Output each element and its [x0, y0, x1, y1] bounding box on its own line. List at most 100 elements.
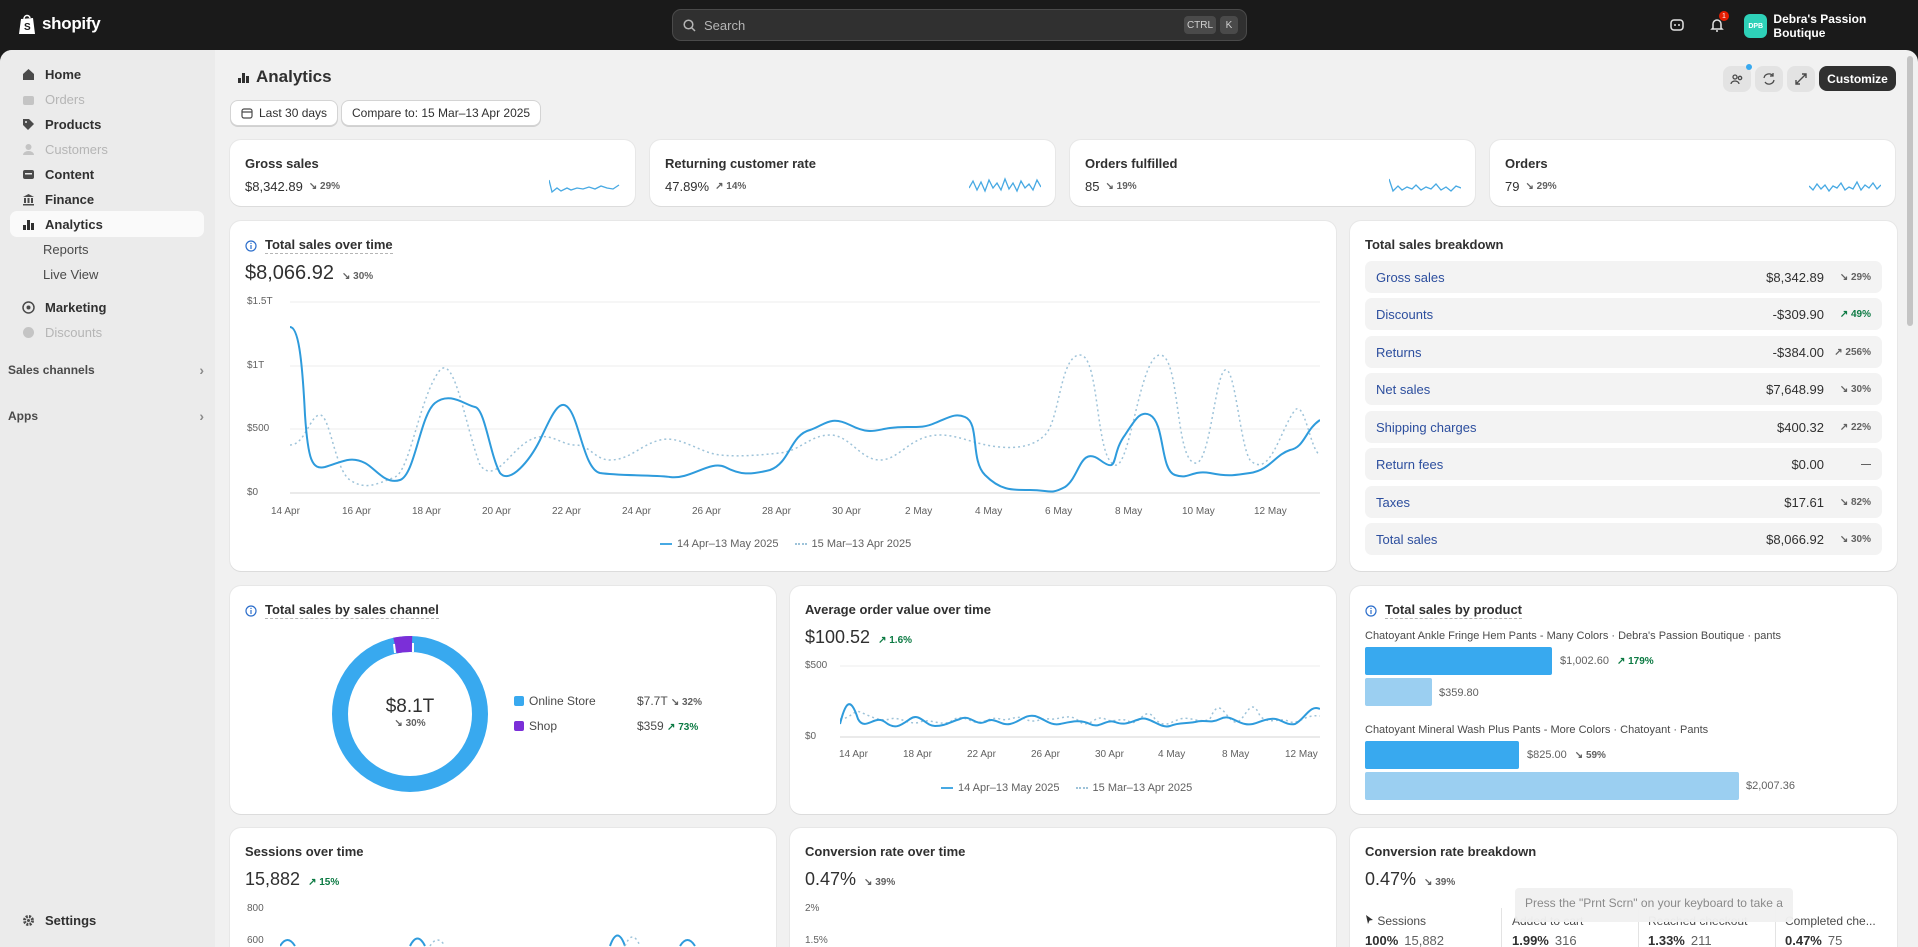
card-sales-by-channel: Total sales by sales channel $8.1T ↘ 30%…	[230, 586, 776, 814]
aov-line-chart[interactable]	[840, 664, 1320, 744]
kpi-change: ↘ 29%	[1525, 181, 1557, 192]
x-tick: 14 Apr	[839, 749, 868, 760]
sidebar: Home Orders Products Customers Content F…	[0, 50, 215, 947]
aov-value-row: $100.52 ↗ 1.6%	[805, 627, 912, 648]
product-bar-current[interactable]	[1365, 647, 1552, 675]
donut-center: $8.1T ↘ 30%	[360, 696, 460, 729]
svg-text:S: S	[24, 22, 31, 33]
conv-breakdown-change: ↘ 39%	[1424, 877, 1456, 888]
legend-shop[interactable]: Shop	[514, 719, 557, 733]
sidekick-icon[interactable]	[1666, 14, 1688, 36]
kpi-value-row: 47.89% ↗ 14%	[665, 179, 746, 194]
card-title[interactable]: Total sales by product	[1365, 602, 1523, 619]
refresh-button[interactable]	[1755, 66, 1783, 92]
target-icon	[21, 300, 35, 314]
date-range-label: Last 30 days	[259, 106, 328, 120]
funnel-step-value: 100% 15,882	[1365, 933, 1445, 947]
conversion-change: ↘ 39%	[864, 877, 896, 888]
funnel-step-value: 1.99% 316	[1512, 933, 1577, 947]
y-tick: $1.5T	[247, 296, 273, 307]
kpi-card-gross-sales[interactable]: Gross sales $8,342.89 ↘ 29%	[230, 140, 635, 206]
top-bar: S shopify Search CTRL K 1 DPB Debra's Pa…	[0, 0, 1918, 50]
card-total-sales-breakdown: Total sales breakdown Gross sales $8,342.…	[1350, 221, 1897, 571]
kpi-card-returning-customer-rate[interactable]: Returning customer rate 47.89% ↗ 14%	[650, 140, 1055, 206]
funnel-step-sessions[interactable]: Sessions 100% 15,882	[1365, 914, 1444, 947]
kpi-card-orders-fulfilled[interactable]: Orders fulfilled 85 ↘ 19%	[1070, 140, 1475, 206]
sidebar-item-orders[interactable]: Orders	[10, 86, 204, 112]
sidebar-item-finance[interactable]: Finance	[10, 186, 204, 212]
page-scrollbar[interactable]	[1907, 50, 1915, 947]
product-bar-previous[interactable]	[1365, 772, 1739, 800]
info-icon	[245, 604, 257, 617]
kpi-change: ↗ 14%	[715, 181, 747, 192]
sidebar-item-settings[interactable]: Settings	[10, 907, 204, 933]
breakdown-row-gross-sales[interactable]: Gross sales $8,342.89 ↘ 29%	[1365, 261, 1882, 293]
breakdown-row-taxes[interactable]: Taxes $17.61 ↘ 82%	[1365, 486, 1882, 518]
kpi-card-orders[interactable]: Orders 79 ↘ 29%	[1490, 140, 1895, 206]
kpi-value: $8,342.89	[245, 179, 303, 194]
product-name: Chatoyant Mineral Wash Plus Pants - More…	[1365, 724, 1709, 736]
sidebar-item-content[interactable]: Content	[10, 161, 204, 187]
info-icon	[245, 239, 257, 252]
sidebar-item-label: Settings	[45, 912, 97, 928]
date-range-picker[interactable]: Last 30 days	[230, 100, 339, 126]
scrollbar-thumb[interactable]	[1907, 56, 1913, 326]
search-bar[interactable]: Search CTRL K	[672, 9, 1247, 41]
legend-current[interactable]: 14 Apr–13 May 2025	[941, 782, 1060, 794]
sidebar-sub-reports[interactable]: Reports	[43, 242, 89, 257]
presence-toggle-button[interactable]	[1723, 64, 1752, 92]
y-tick: $500	[247, 423, 270, 434]
breakdown-row-returns[interactable]: Returns -$384.00 ↗ 256%	[1365, 336, 1882, 368]
customize-button[interactable]: Customize	[1819, 66, 1896, 91]
store-switcher[interactable]: DPB Debra's Passion Boutique	[1744, 12, 1918, 40]
funnel-step-completed-checkout[interactable]: Completed che... 0.47% 75	[1785, 914, 1876, 947]
card-title[interactable]: Total sales by sales channel	[245, 602, 439, 619]
legend-online-store[interactable]: Online Store	[514, 694, 596, 708]
breakdown-row-net-sales[interactable]: Net sales $7,648.99 ↘ 30%	[1365, 373, 1882, 405]
kbd-k: K	[1220, 16, 1238, 34]
total-sales-line-chart[interactable]	[290, 295, 1320, 501]
sidebar-item-home[interactable]: Home	[10, 61, 204, 87]
online-store-value: $7.7T ↘ 32%	[637, 694, 702, 708]
notification-bell-icon[interactable]: 1	[1706, 11, 1729, 36]
sidebar-item-discounts[interactable]: Discounts	[10, 319, 204, 345]
breakdown-row-total-sales[interactable]: Total sales $8,066.92 ↘ 30%	[1365, 523, 1882, 555]
people-icon	[1730, 74, 1743, 85]
sidebar-item-products[interactable]: Products	[10, 111, 204, 137]
breakdown-row-discounts[interactable]: Discounts -$309.90 ↗ 49%	[1365, 298, 1882, 330]
page-title: Analytics	[237, 67, 332, 87]
shopify-logo[interactable]: S shopify	[18, 13, 101, 35]
x-tick: 12 May	[1254, 506, 1287, 517]
conversion-value-row: 0.47% ↘ 39%	[805, 869, 895, 890]
breakdown-row-shipping-charges[interactable]: Shipping charges $400.32 ↗ 22%	[1365, 411, 1882, 443]
breakdown-row-return-fees[interactable]: Return fees $0.00—	[1365, 448, 1882, 480]
legend-current[interactable]: 14 Apr–13 May 2025	[660, 538, 779, 550]
sidebar-item-marketing[interactable]: Marketing	[10, 294, 204, 320]
expand-icon	[1795, 73, 1807, 85]
sessions-value: 15,882	[245, 869, 301, 889]
compare-picker[interactable]: Compare to: 15 Mar–13 Apr 2025	[341, 100, 542, 126]
sidebar-section-sales-channels[interactable]: Sales channels ›	[8, 362, 204, 378]
legend-previous[interactable]: 15 Mar–13 Apr 2025	[1075, 782, 1192, 794]
sidebar-item-customers[interactable]: Customers	[10, 136, 204, 162]
y-tick: 600	[247, 935, 264, 946]
kpi-change: ↘ 29%	[308, 181, 341, 192]
x-tick: 18 Apr	[903, 749, 932, 760]
product-bar-current[interactable]	[1365, 741, 1519, 769]
sidebar-sub-live-view[interactable]: Live View	[43, 267, 98, 282]
product-bar-current-label: $825.00 ↘ 59%	[1527, 749, 1606, 761]
refresh-icon	[1763, 73, 1775, 85]
product-bar-previous[interactable]	[1365, 678, 1432, 706]
card-title[interactable]: Total sales over time	[245, 237, 393, 254]
sidebar-section-apps[interactable]: Apps ›	[8, 408, 204, 424]
card-average-order-value: Average order value over time $100.52 ↗ …	[790, 586, 1336, 814]
divider	[1501, 908, 1502, 947]
sessions-line-chart[interactable]	[280, 928, 760, 947]
sidebar-item-analytics[interactable]: Analytics	[10, 211, 204, 237]
legend-previous[interactable]: 15 Mar–13 Apr 2025	[794, 538, 911, 550]
fullscreen-button[interactable]	[1787, 66, 1815, 92]
x-tick: 12 May	[1285, 749, 1318, 760]
x-tick: 4 May	[1158, 749, 1186, 760]
main-content: Analytics Customize Last 30 days Compare…	[215, 50, 1918, 947]
chart-icon	[21, 217, 35, 231]
